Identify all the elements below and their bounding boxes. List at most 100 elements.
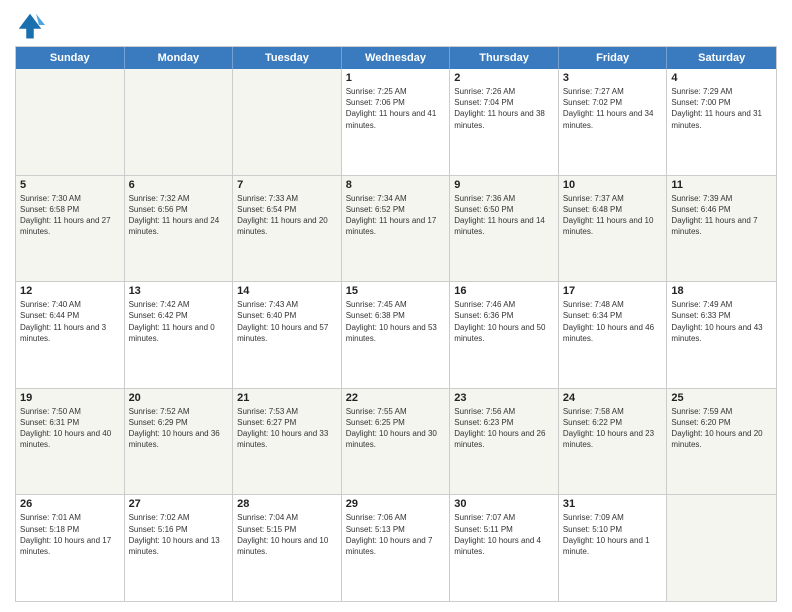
day-cell-28: 28 Sunrise: 7:04 AM Sunset: 5:15 PM Dayli… — [233, 495, 342, 601]
day-info: Sunrise: 7:48 AM Sunset: 6:34 PM Dayligh… — [563, 299, 663, 344]
day-info: Sunrise: 7:40 AM Sunset: 6:44 PM Dayligh… — [20, 299, 120, 344]
calendar-week-0: 1 Sunrise: 7:25 AM Sunset: 7:06 PM Daylig… — [16, 69, 776, 175]
day-info: Sunrise: 7:46 AM Sunset: 6:36 PM Dayligh… — [454, 299, 554, 344]
day-number: 30 — [454, 498, 554, 510]
day-number: 13 — [129, 285, 229, 297]
day-number: 1 — [346, 72, 446, 84]
day-info: Sunrise: 7:50 AM Sunset: 6:31 PM Dayligh… — [20, 406, 120, 451]
day-cell-2: 2 Sunrise: 7:26 AM Sunset: 7:04 PM Daylig… — [450, 69, 559, 175]
calendar-week-2: 12Sunrise: 7:40 AM Sunset: 6:44 PM Dayli… — [16, 281, 776, 388]
calendar-week-1: 5 Sunrise: 7:30 AM Sunset: 6:58 PM Daylig… — [16, 175, 776, 282]
day-cell-31: 31Sunrise: 7:09 AM Sunset: 5:10 PM Dayli… — [559, 495, 668, 601]
day-number: 16 — [454, 285, 554, 297]
day-cell-22: 22 Sunrise: 7:55 AM Sunset: 6:25 PM Dayli… — [342, 389, 451, 495]
day-info: Sunrise: 7:06 AM Sunset: 5:13 PM Dayligh… — [346, 512, 446, 557]
day-number: 7 — [237, 179, 337, 191]
day-number: 14 — [237, 285, 337, 297]
day-cell-1: 1 Sunrise: 7:25 AM Sunset: 7:06 PM Daylig… — [342, 69, 451, 175]
day-cell-19: 19 Sunrise: 7:50 AM Sunset: 6:31 PM Dayli… — [16, 389, 125, 495]
day-number: 11 — [671, 179, 772, 191]
day-number: 15 — [346, 285, 446, 297]
day-info: Sunrise: 7:52 AM Sunset: 6:29 PM Dayligh… — [129, 406, 229, 451]
day-info: Sunrise: 7:42 AM Sunset: 6:42 PM Dayligh… — [129, 299, 229, 344]
day-cell-26: 26 Sunrise: 7:01 AM Sunset: 5:18 PM Dayli… — [16, 495, 125, 601]
day-cell-12: 12Sunrise: 7:40 AM Sunset: 6:44 PM Dayli… — [16, 282, 125, 388]
day-number: 10 — [563, 179, 663, 191]
logo — [15, 10, 49, 40]
day-info: Sunrise: 7:02 AM Sunset: 5:16 PM Dayligh… — [129, 512, 229, 557]
day-info: Sunrise: 7:58 AM Sunset: 6:22 PM Dayligh… — [563, 406, 663, 451]
day-cell-15: 15 Sunrise: 7:45 AM Sunset: 6:38 PM Dayli… — [342, 282, 451, 388]
day-cell-14: 14 Sunrise: 7:43 AM Sunset: 6:40 PM Dayli… — [233, 282, 342, 388]
empty-cell — [16, 69, 125, 175]
calendar-header: SundayMondayTuesdayWednesdayThursdayFrid… — [16, 47, 776, 69]
day-info: Sunrise: 7:32 AM Sunset: 6:56 PM Dayligh… — [129, 193, 229, 238]
empty-cell — [233, 69, 342, 175]
day-cell-13: 13 Sunrise: 7:42 AM Sunset: 6:42 PM Dayli… — [125, 282, 234, 388]
day-number: 22 — [346, 392, 446, 404]
day-number: 4 — [671, 72, 772, 84]
empty-cell — [125, 69, 234, 175]
calendar-week-4: 26 Sunrise: 7:01 AM Sunset: 5:18 PM Dayli… — [16, 494, 776, 601]
header — [15, 10, 777, 40]
day-info: Sunrise: 7:56 AM Sunset: 6:23 PM Dayligh… — [454, 406, 554, 451]
day-cell-7: 7 Sunrise: 7:33 AM Sunset: 6:54 PM Daylig… — [233, 176, 342, 282]
day-info: Sunrise: 7:55 AM Sunset: 6:25 PM Dayligh… — [346, 406, 446, 451]
day-number: 8 — [346, 179, 446, 191]
day-number: 28 — [237, 498, 337, 510]
day-number: 31 — [563, 498, 663, 510]
day-cell-9: 9 Sunrise: 7:36 AM Sunset: 6:50 PM Daylig… — [450, 176, 559, 282]
day-cell-17: 17 Sunrise: 7:48 AM Sunset: 6:34 PM Dayli… — [559, 282, 668, 388]
day-number: 27 — [129, 498, 229, 510]
day-info: Sunrise: 7:49 AM Sunset: 6:33 PM Dayligh… — [671, 299, 772, 344]
day-info: Sunrise: 7:43 AM Sunset: 6:40 PM Dayligh… — [237, 299, 337, 344]
day-number: 21 — [237, 392, 337, 404]
day-info: Sunrise: 7:30 AM Sunset: 6:58 PM Dayligh… — [20, 193, 120, 238]
day-info: Sunrise: 7:36 AM Sunset: 6:50 PM Dayligh… — [454, 193, 554, 238]
calendar-week-3: 19 Sunrise: 7:50 AM Sunset: 6:31 PM Dayli… — [16, 388, 776, 495]
day-number: 25 — [671, 392, 772, 404]
day-info: Sunrise: 7:45 AM Sunset: 6:38 PM Dayligh… — [346, 299, 446, 344]
day-cell-11: 11 Sunrise: 7:39 AM Sunset: 6:46 PM Dayli… — [667, 176, 776, 282]
day-number: 5 — [20, 179, 120, 191]
calendar-body: 1 Sunrise: 7:25 AM Sunset: 7:06 PM Daylig… — [16, 69, 776, 601]
day-info: Sunrise: 7:25 AM Sunset: 7:06 PM Dayligh… — [346, 86, 446, 131]
day-info: Sunrise: 7:26 AM Sunset: 7:04 PM Dayligh… — [454, 86, 554, 131]
day-info: Sunrise: 7:33 AM Sunset: 6:54 PM Dayligh… — [237, 193, 337, 238]
day-number: 3 — [563, 72, 663, 84]
day-cell-20: 20Sunrise: 7:52 AM Sunset: 6:29 PM Dayli… — [125, 389, 234, 495]
header-wednesday: Wednesday — [342, 47, 451, 69]
calendar: SundayMondayTuesdayWednesdayThursdayFrid… — [15, 46, 777, 602]
day-info: Sunrise: 7:37 AM Sunset: 6:48 PM Dayligh… — [563, 193, 663, 238]
logo-icon — [15, 10, 45, 40]
day-cell-5: 5 Sunrise: 7:30 AM Sunset: 6:58 PM Daylig… — [16, 176, 125, 282]
day-number: 18 — [671, 285, 772, 297]
day-info: Sunrise: 7:01 AM Sunset: 5:18 PM Dayligh… — [20, 512, 120, 557]
day-cell-30: 30 Sunrise: 7:07 AM Sunset: 5:11 PM Dayli… — [450, 495, 559, 601]
day-number: 17 — [563, 285, 663, 297]
day-cell-16: 16 Sunrise: 7:46 AM Sunset: 6:36 PM Dayli… — [450, 282, 559, 388]
header-thursday: Thursday — [450, 47, 559, 69]
day-info: Sunrise: 7:59 AM Sunset: 6:20 PM Dayligh… — [671, 406, 772, 451]
day-number: 2 — [454, 72, 554, 84]
header-sunday: Sunday — [16, 47, 125, 69]
day-number: 6 — [129, 179, 229, 191]
day-number: 9 — [454, 179, 554, 191]
day-number: 24 — [563, 392, 663, 404]
day-cell-23: 23Sunrise: 7:56 AM Sunset: 6:23 PM Dayli… — [450, 389, 559, 495]
day-info: Sunrise: 7:04 AM Sunset: 5:15 PM Dayligh… — [237, 512, 337, 557]
empty-cell — [667, 495, 776, 601]
header-tuesday: Tuesday — [233, 47, 342, 69]
day-info: Sunrise: 7:27 AM Sunset: 7:02 PM Dayligh… — [563, 86, 663, 131]
day-cell-18: 18 Sunrise: 7:49 AM Sunset: 6:33 PM Dayli… — [667, 282, 776, 388]
header-saturday: Saturday — [667, 47, 776, 69]
day-info: Sunrise: 7:07 AM Sunset: 5:11 PM Dayligh… — [454, 512, 554, 557]
header-monday: Monday — [125, 47, 234, 69]
day-number: 19 — [20, 392, 120, 404]
day-info: Sunrise: 7:29 AM Sunset: 7:00 PM Dayligh… — [671, 86, 772, 131]
day-info: Sunrise: 7:53 AM Sunset: 6:27 PM Dayligh… — [237, 406, 337, 451]
day-cell-25: 25 Sunrise: 7:59 AM Sunset: 6:20 PM Dayli… — [667, 389, 776, 495]
day-info: Sunrise: 7:39 AM Sunset: 6:46 PM Dayligh… — [671, 193, 772, 238]
day-cell-3: 3 Sunrise: 7:27 AM Sunset: 7:02 PM Daylig… — [559, 69, 668, 175]
day-number: 26 — [20, 498, 120, 510]
